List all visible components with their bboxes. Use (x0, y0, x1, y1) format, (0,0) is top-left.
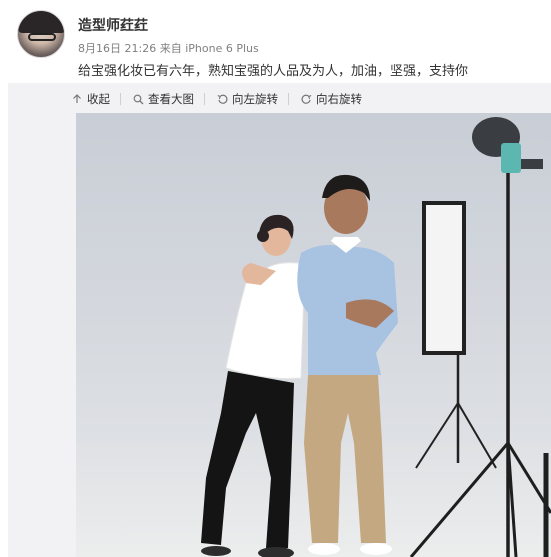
collapse-button[interactable]: 收起 (70, 91, 110, 107)
rotate-right-label: 向右旋转 (316, 92, 362, 106)
post-photo[interactable] (76, 113, 551, 557)
softbox-light (415, 201, 497, 469)
post-text: 给宝强化妆已有六年，熟知宝强的人品及为人，加油，坚强，支持你 (78, 64, 469, 79)
magnifier-icon (131, 92, 145, 106)
username-link[interactable]: 造型师荭荭 (78, 15, 148, 35)
rotate-right-button[interactable]: 向右旋转 (299, 91, 362, 107)
source-prefix: 来自 (159, 42, 182, 55)
rotate-right-icon (299, 92, 313, 106)
image-toolbar: 收起 查看大图 向左旋转 向右旋转 (70, 90, 372, 108)
weibo-post: 造型师荭荭 8月16日 21:26 来自 iPhone 6 Plus 给宝强化妆… (0, 0, 551, 557)
post-date[interactable]: 8月16日 21:26 (78, 42, 156, 55)
rotate-left-icon (215, 92, 229, 106)
post-meta: 8月16日 21:26 来自 iPhone 6 Plus (78, 40, 259, 56)
toolbar-divider (120, 93, 121, 105)
avatar-hair (18, 11, 64, 33)
toolbar-divider (204, 93, 205, 105)
user-avatar[interactable] (17, 10, 65, 58)
view-large-label: 查看大图 (148, 92, 194, 106)
arrow-up-icon (70, 92, 84, 106)
collapse-label: 收起 (87, 92, 110, 106)
rotate-left-button[interactable]: 向左旋转 (215, 91, 278, 107)
photo-illustration (76, 117, 551, 557)
avatar-glasses (28, 33, 56, 41)
toolbar-divider (288, 93, 289, 105)
view-large-button[interactable]: 查看大图 (131, 91, 194, 107)
rotate-left-label: 向左旋转 (232, 92, 278, 106)
post-source[interactable]: iPhone 6 Plus (185, 42, 259, 55)
